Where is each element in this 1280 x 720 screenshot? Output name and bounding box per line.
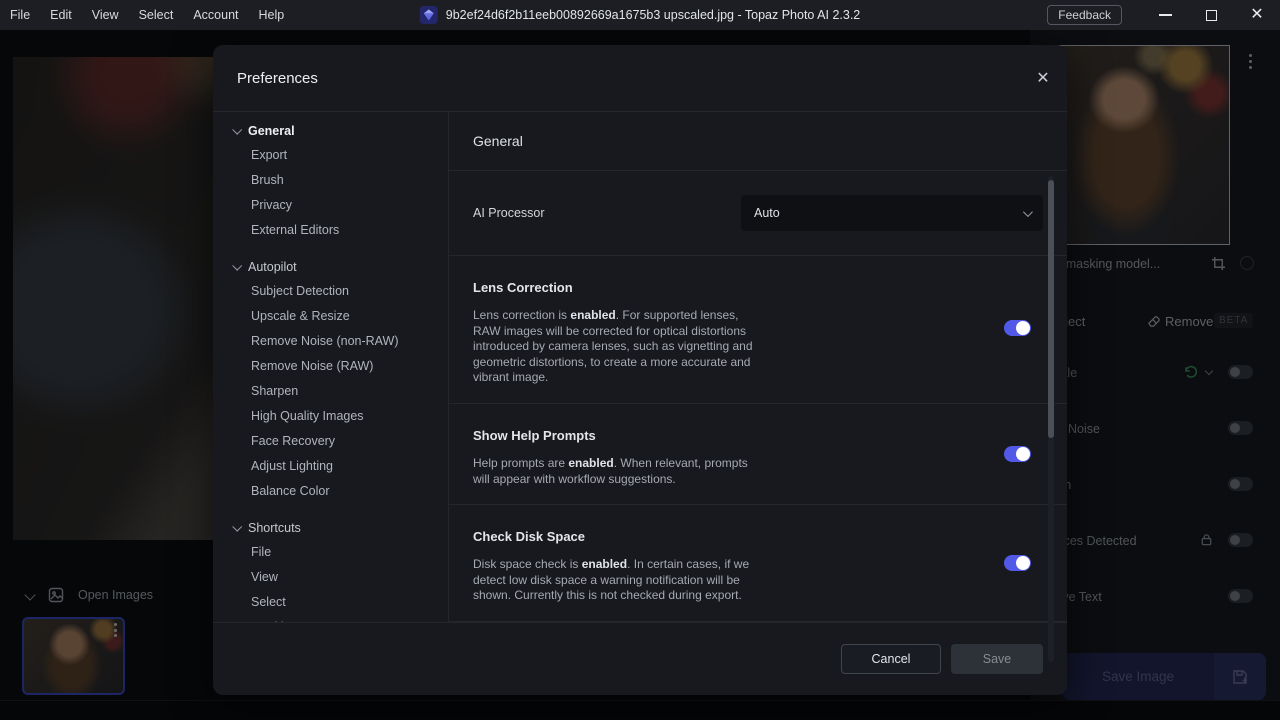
setting-title: Show Help Prompts: [473, 428, 1043, 443]
maximize-icon: [1206, 10, 1217, 21]
preferences-content: General AI Processor Auto Lens Correctio…: [449, 112, 1067, 622]
toggle-lens-correction[interactable]: [1004, 320, 1031, 336]
dialog-close-button[interactable]: ✕: [1033, 69, 1053, 89]
sidebar-item-upscale-resize[interactable]: Upscale & Resize: [213, 304, 448, 329]
close-icon: ✕: [1036, 70, 1049, 87]
sidebar-item-masking[interactable]: Masking: [213, 615, 448, 622]
setting-title: Lens Correction: [473, 280, 1043, 295]
window-title-area: 9b2ef24d6f2b11eeb00892669a1675b3 upscale…: [420, 0, 860, 30]
menu-file[interactable]: File: [0, 0, 40, 30]
menu-edit[interactable]: Edit: [40, 0, 82, 30]
sidebar-item-adjust-lighting[interactable]: Adjust Lighting: [213, 454, 448, 479]
setting-description: Disk space check is enabled. In certain …: [473, 557, 765, 621]
chevron-down-icon: [232, 522, 242, 532]
dialog-header: Preferences ✕: [213, 45, 1067, 112]
sidebar-item-high-quality-images[interactable]: High Quality Images: [213, 404, 448, 429]
preferences-sidebar: General Export Brush Privacy External Ed…: [213, 112, 449, 622]
setting-check-disk-space: Check Disk Space Disk space check is ena…: [449, 505, 1067, 622]
sidebar-item-face-recovery[interactable]: Face Recovery: [213, 429, 448, 454]
setting-lens-correction: Lens Correction Lens correction is enabl…: [449, 256, 1067, 404]
dialog-footer: Cancel Save: [213, 622, 1067, 695]
sidebar-item-view[interactable]: View: [213, 565, 448, 590]
sidebar-item-remove-noise-raw[interactable]: Remove Noise (RAW): [213, 354, 448, 379]
dialog-title: Preferences: [237, 70, 318, 87]
ai-processor-label: AI Processor: [473, 206, 545, 220]
chevron-down-icon: [232, 261, 242, 271]
sidebar-item-privacy[interactable]: Privacy: [213, 193, 448, 218]
ai-processor-value: Auto: [754, 206, 780, 220]
preferences-dialog: Preferences ✕ General Export Brush Priva…: [213, 45, 1067, 695]
ai-processor-row: AI Processor Auto: [449, 171, 1067, 256]
menu-view[interactable]: View: [82, 0, 129, 30]
sidebar-item-remove-noise-non-raw[interactable]: Remove Noise (non-RAW): [213, 329, 448, 354]
feedback-button[interactable]: Feedback: [1047, 5, 1122, 25]
sidebar-item-brush[interactable]: Brush: [213, 168, 448, 193]
settings-scroll-area[interactable]: AI Processor Auto Lens Correction Lens c…: [449, 171, 1067, 622]
sidebar-section-general[interactable]: General: [213, 118, 448, 143]
minimize-icon: [1159, 14, 1172, 16]
close-window-button[interactable]: ✕: [1234, 0, 1280, 30]
menu-select[interactable]: Select: [129, 0, 184, 30]
close-icon: ✕: [1250, 7, 1263, 23]
sidebar-item-subject-detection[interactable]: Subject Detection: [213, 279, 448, 304]
setting-description: Help prompts are enabled. When relevant,…: [473, 456, 765, 504]
setting-description: Lens correction is enabled. For supporte…: [473, 308, 765, 403]
maximize-button[interactable]: [1188, 0, 1234, 30]
scrollbar-thumb[interactable]: [1048, 180, 1054, 438]
sidebar-section-shortcuts[interactable]: Shortcuts: [213, 515, 448, 540]
chevron-down-icon: [1023, 207, 1033, 217]
save-button[interactable]: Save: [951, 644, 1043, 674]
toggle-show-help-prompts[interactable]: [1004, 446, 1031, 462]
toggle-check-disk-space[interactable]: [1004, 555, 1031, 571]
setting-show-help-prompts: Show Help Prompts Help prompts are enabl…: [449, 404, 1067, 505]
setting-title: Check Disk Space: [473, 529, 1043, 544]
sidebar-item-sharpen[interactable]: Sharpen: [213, 379, 448, 404]
topaz-gem-icon: [420, 6, 438, 24]
window-title: 9b2ef24d6f2b11eeb00892669a1675b3 upscale…: [446, 8, 860, 22]
sidebar-item-file[interactable]: File: [213, 540, 448, 565]
cancel-button[interactable]: Cancel: [841, 644, 941, 674]
sidebar-section-autopilot[interactable]: Autopilot: [213, 254, 448, 279]
menu-help[interactable]: Help: [249, 0, 295, 30]
sidebar-item-balance-color[interactable]: Balance Color: [213, 479, 448, 504]
page-title: General: [449, 112, 1067, 171]
chevron-down-icon: [232, 125, 242, 135]
sidebar-item-export[interactable]: Export: [213, 143, 448, 168]
dialog-scrollbar[interactable]: [1048, 176, 1054, 662]
sidebar-item-select[interactable]: Select: [213, 590, 448, 615]
sidebar-item-external-editors[interactable]: External Editors: [213, 218, 448, 243]
ai-processor-dropdown[interactable]: Auto: [741, 195, 1043, 231]
minimize-button[interactable]: [1142, 0, 1188, 30]
menu-account[interactable]: Account: [183, 0, 248, 30]
menu-bar: File Edit View Select Account Help 9b2ef…: [0, 0, 1280, 30]
